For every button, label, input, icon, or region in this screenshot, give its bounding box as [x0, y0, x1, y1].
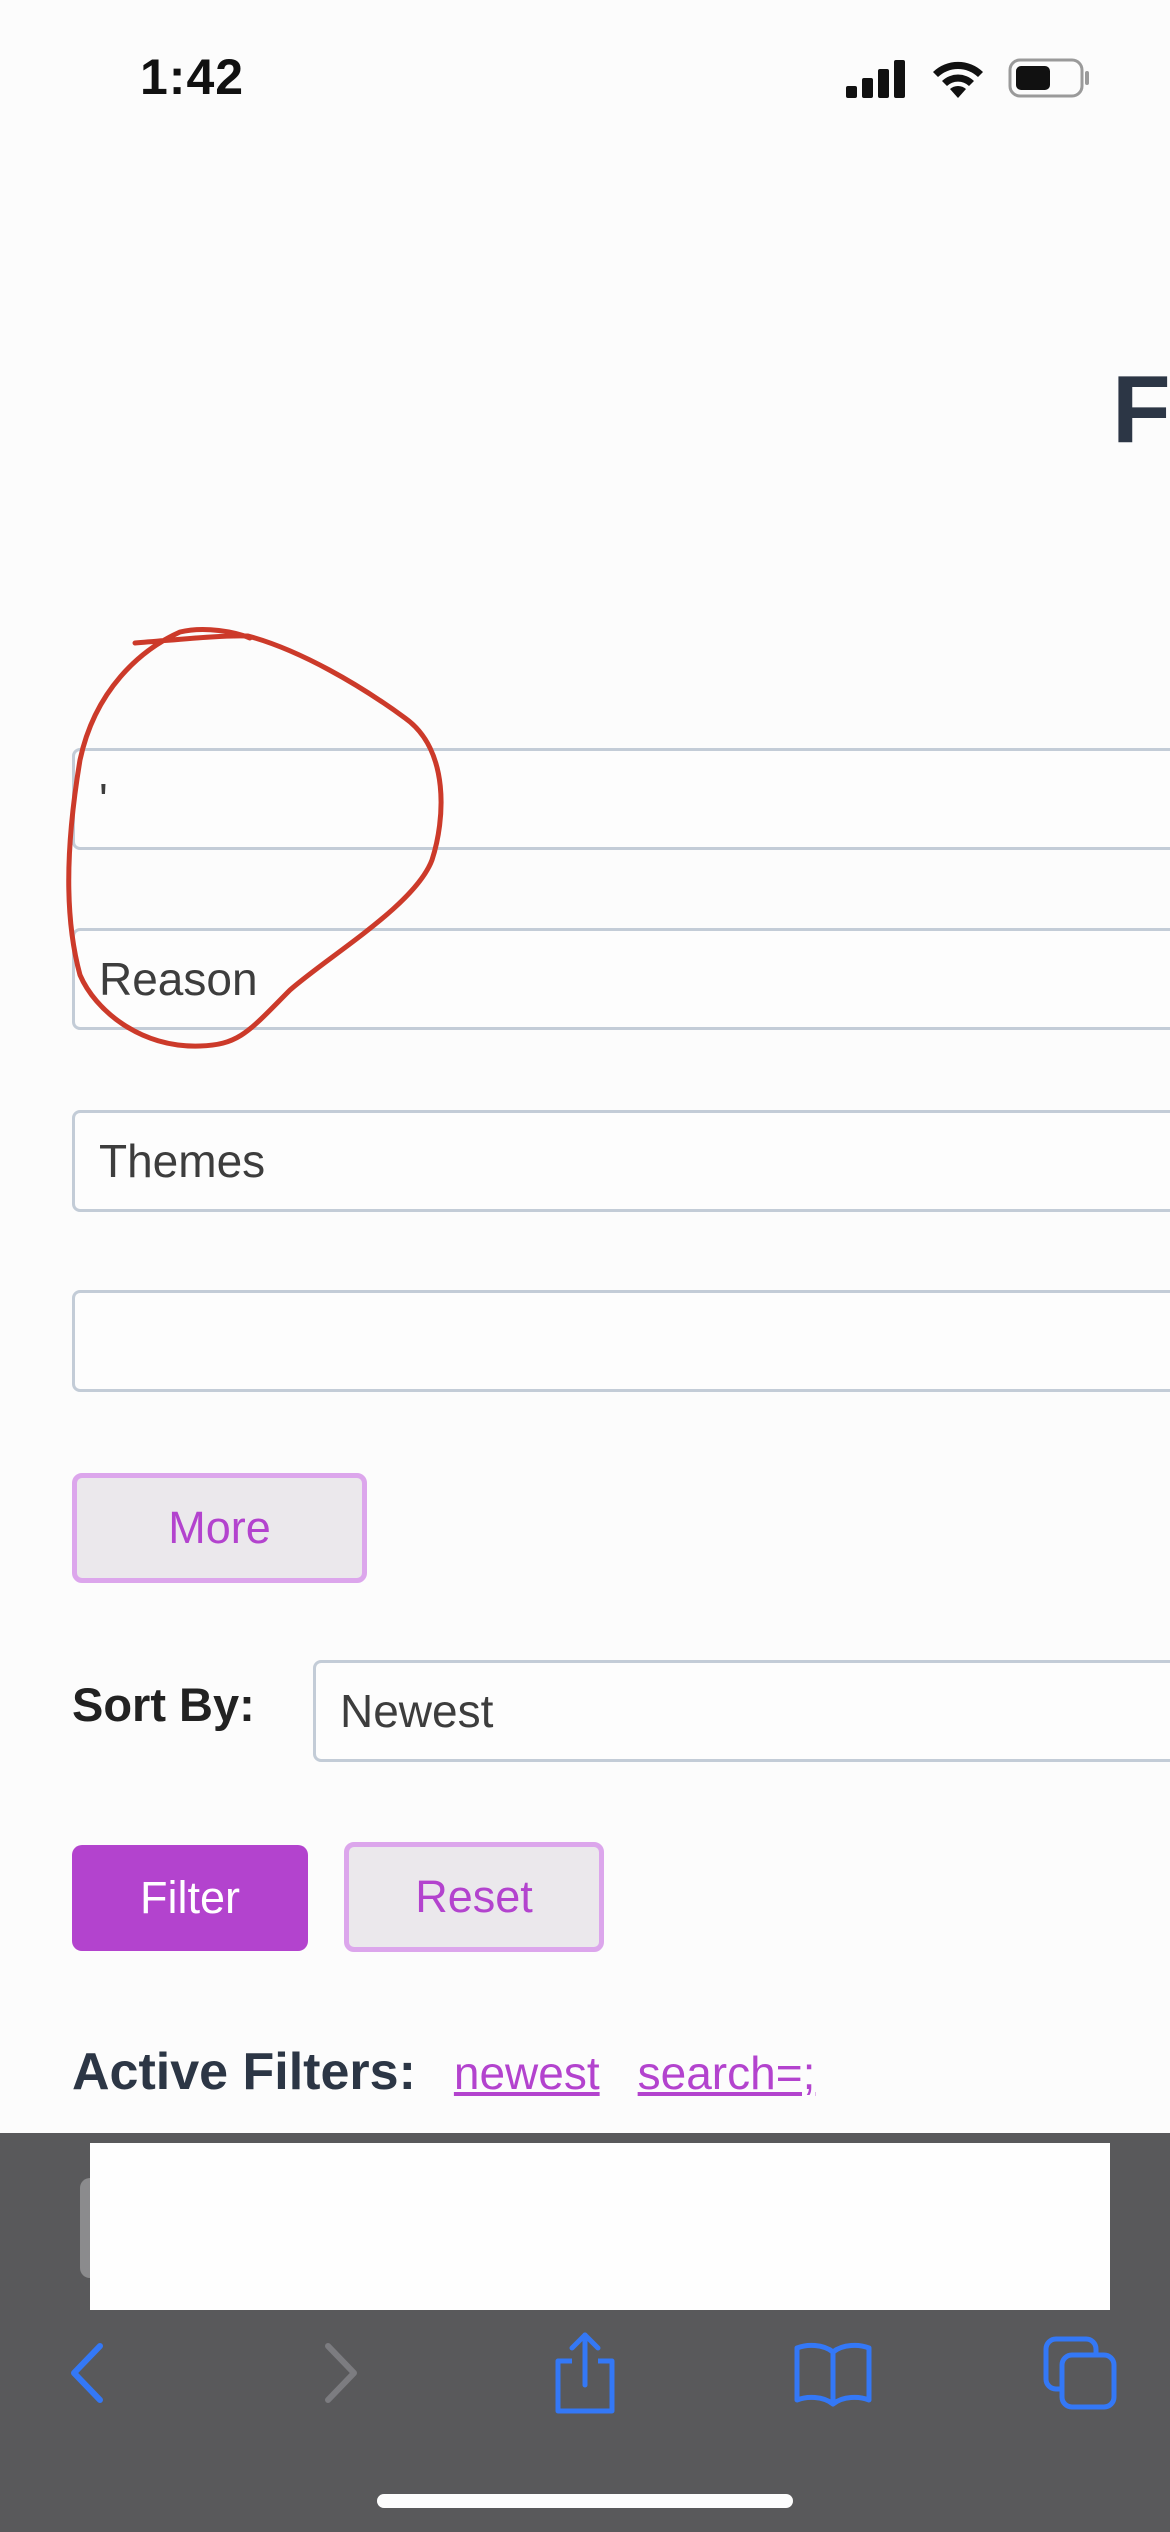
- filter-button[interactable]: Filter: [72, 1845, 308, 1951]
- active-filter-newest[interactable]: newest: [454, 2046, 600, 2100]
- sort-by-label: Sort By:: [72, 1678, 255, 1731]
- more-button[interactable]: More: [72, 1473, 367, 1583]
- wifi-icon: [933, 61, 983, 98]
- empty-field[interactable]: [72, 1290, 1170, 1392]
- browser-bottom-bar: [0, 2133, 1170, 2532]
- themes-field-value: Themes: [99, 1135, 266, 1187]
- forward-icon[interactable]: [295, 2323, 385, 2423]
- bookmarks-icon[interactable]: [788, 2323, 878, 2423]
- status-icons: [846, 58, 1090, 98]
- active-filters: Active Filters: newest search=;: [72, 2042, 853, 2102]
- active-filter-search[interactable]: search=;: [638, 2046, 816, 2100]
- cellular-signal-icon: [846, 60, 905, 98]
- reason-field[interactable]: Reason: [72, 928, 1170, 1030]
- reset-button[interactable]: Reset: [344, 1842, 604, 1952]
- back-icon[interactable]: [43, 2323, 133, 2423]
- status-time: 1:42: [140, 49, 245, 105]
- status-bar: 1:42: [0, 0, 1170, 150]
- page-heading: F: [1112, 356, 1170, 463]
- sort-select-value: Newest: [340, 1685, 494, 1737]
- battery-icon: [1008, 58, 1089, 98]
- address-bar[interactable]: [90, 2143, 1110, 2310]
- search-field[interactable]: ': [72, 748, 1170, 850]
- search-field-value: ': [99, 774, 108, 826]
- reason-field-value: Reason: [99, 953, 258, 1005]
- share-icon[interactable]: [540, 2323, 630, 2423]
- tabs-icon[interactable]: [1035, 2323, 1125, 2423]
- themes-field[interactable]: Themes: [72, 1110, 1170, 1212]
- home-indicator: [377, 2494, 793, 2508]
- browser-toolbar: [0, 2323, 1170, 2443]
- sort-select[interactable]: Newest: [313, 1660, 1170, 1762]
- active-filters-label: Active Filters:: [72, 2043, 416, 2101]
